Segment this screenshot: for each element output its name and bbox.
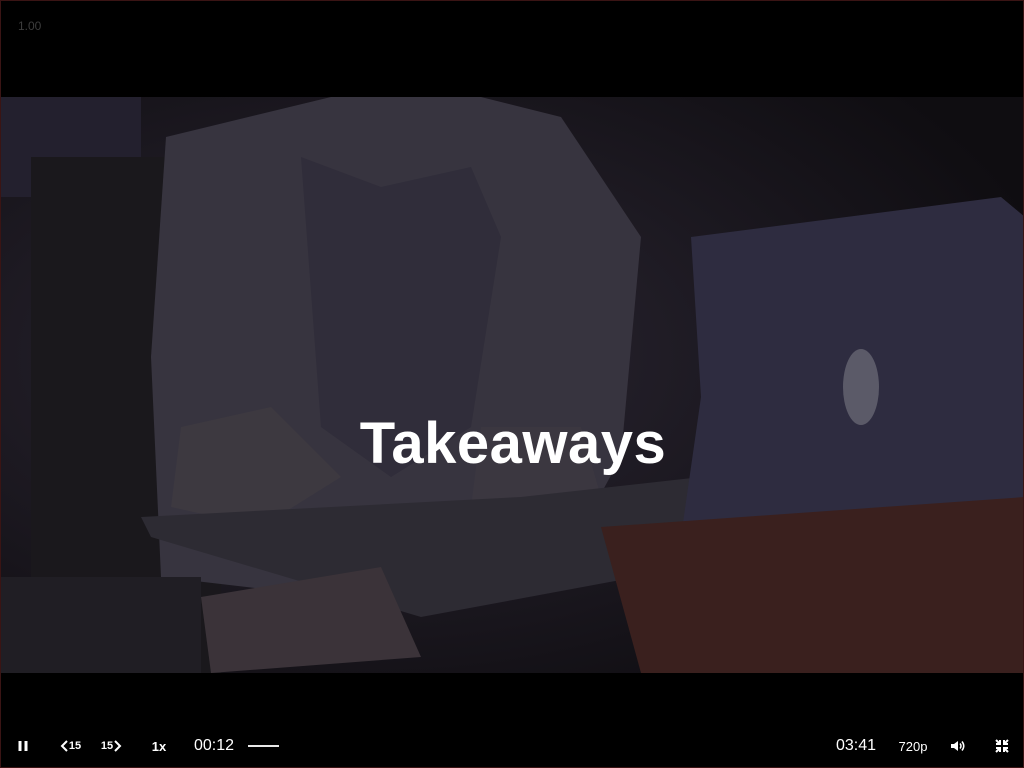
current-time: 00:12: [194, 737, 235, 754]
duration: 03:41: [836, 737, 877, 754]
chevron-right-icon: [113, 740, 123, 752]
slide-title: Takeaways: [359, 411, 667, 476]
pause-icon: [17, 740, 29, 752]
exit-fullscreen-button[interactable]: [989, 725, 1015, 767]
version-label: 1.00: [18, 19, 42, 33]
quality-button[interactable]: 720p: [895, 725, 931, 767]
skip-back-button[interactable]: 15: [53, 725, 87, 767]
video-player[interactable]: 1.00 Takeaways 15 15 1x 00:12 03:41 720p: [0, 0, 1024, 768]
volume-button[interactable]: [945, 725, 971, 767]
video-frame[interactable]: Takeaways: [1, 97, 1023, 673]
video-background-image: [1, 97, 1023, 673]
skip-forward-label: 15: [100, 740, 114, 752]
play-pause-button[interactable]: [9, 725, 37, 767]
chevron-left-icon: [59, 740, 69, 752]
volume-icon: [950, 739, 966, 753]
skip-forward-button[interactable]: 15: [95, 725, 129, 767]
playback-rate-button[interactable]: 1x: [144, 725, 174, 767]
progress-fill: [248, 745, 279, 747]
progress-bar[interactable]: [248, 745, 816, 747]
control-bar: 15 15 1x 00:12 03:41 720p: [1, 725, 1023, 767]
exit-fullscreen-icon: [995, 739, 1009, 753]
skip-back-label: 15: [68, 740, 82, 752]
